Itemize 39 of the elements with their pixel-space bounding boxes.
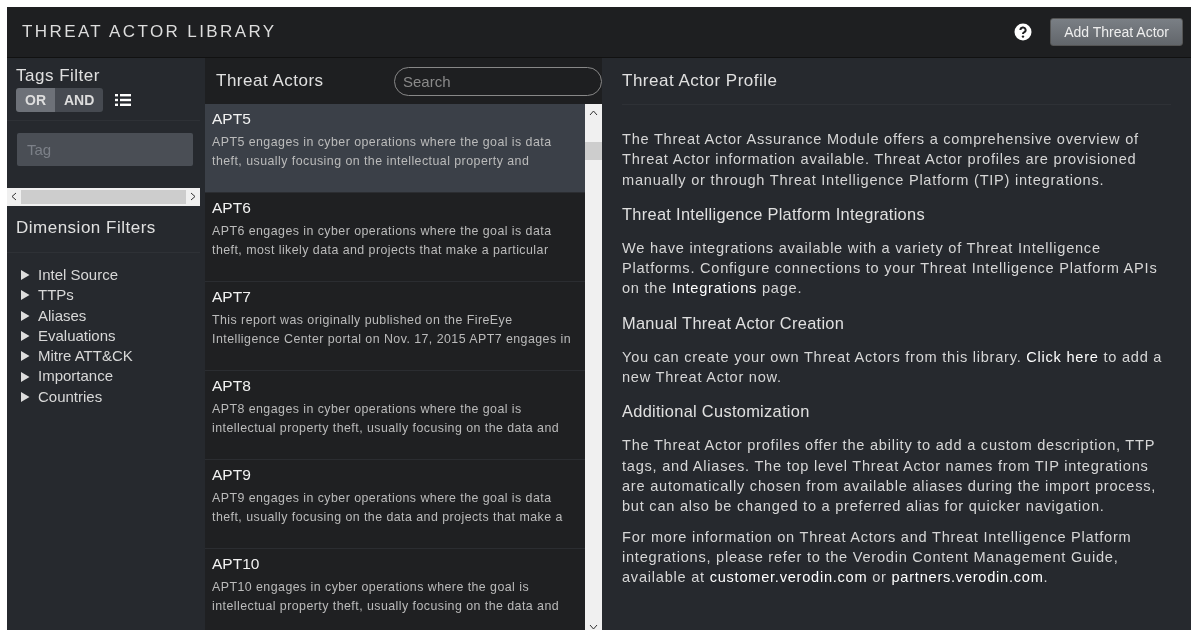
section-title: Tags Filter [16,66,101,86]
toggle-option[interactable]: OR [16,88,55,112]
vertical-scrollbar[interactable] [585,104,602,630]
scroll-up-icon[interactable] [589,110,598,116]
paragraph: We have integrations available with a variety of Threat Intelligence Platforms. Configure connections to your Threat Intelligence Platform APIs on the Integrations page. [622,238,1159,299]
paragraph: The Threat Actor Assurance Module offers a comprehensive overview of Threat Actor information available. Threat Actor profiles are provisioned manually or through Threat Intelligence Platform (TIP) integrations. [622,130,1140,190]
section-heading: Additional Customization [622,402,811,422]
scroll-down-icon[interactable] [589,624,598,630]
toggle-option[interactable]: AND [55,88,104,112]
paragraph: For more information on Threat Actors and Threat Intelligence Platform integrations, please refer to the Verodin Content Management Guide, available at customer.verodin.com or partners.verodin.com. [622,527,1133,588]
search-field[interactable]: Search [394,66,602,96]
paragraph: You can create your own Threat Actors from this library. Click here to add a new Threat Actor now. [622,347,1164,388]
threat-actor-item[interactable]: APT5 APT5 engages in cyber operations where the goal is data theft, usually focusing on the intellectual property and [205,104,585,193]
paragraph: The Threat Actor profiles offer the ability to add a custom description, TTP tags, and Aliases. The top level Threat Actor names from TIP integrations are automatically chosen from available aliases during the import process, but can also be changed to a preferred alias for quicker navigation. [622,436,1158,517]
help-icon[interactable] [1014,23,1033,41]
list-icon[interactable] [115,93,132,107]
link[interactable]: Click here [1026,348,1099,365]
filter-item[interactable]: Countries [20,386,200,408]
scroll-right-icon[interactable] [190,192,196,201]
filter-item[interactable]: Evaluations [20,325,200,347]
scroll-left-icon[interactable] [11,192,17,201]
filter-item[interactable]: Aliases [20,305,200,326]
filter-item[interactable]: TTPs [20,285,200,306]
scrollbar-thumb[interactable] [21,190,186,204]
filter-item[interactable]: Importance [20,366,200,387]
filter-item[interactable]: Mitre ATT&CK [20,346,200,367]
section-title: Threat Actor Profile [622,58,1171,105]
add-threat-actor-button[interactable]: Add Threat Actor [1050,18,1183,46]
section-heading: Manual Threat Actor Creation [622,313,846,333]
scrollbar-thumb[interactable] [585,142,602,160]
section-title: Threat Actors [216,71,325,91]
section-heading: Threat Intelligence Platform Integrations [622,204,926,224]
section-title: Dimension Filters [16,218,157,238]
link[interactable]: Integrations [671,280,758,297]
link[interactable]: customer.verodin.com [709,569,868,586]
horizontal-scrollbar[interactable] [7,188,200,206]
link[interactable]: partners.verodin.com [891,569,1044,586]
filter-item[interactable]: Intel Source [20,265,200,286]
page-title: THREAT ACTOR LIBRARY [22,22,278,42]
